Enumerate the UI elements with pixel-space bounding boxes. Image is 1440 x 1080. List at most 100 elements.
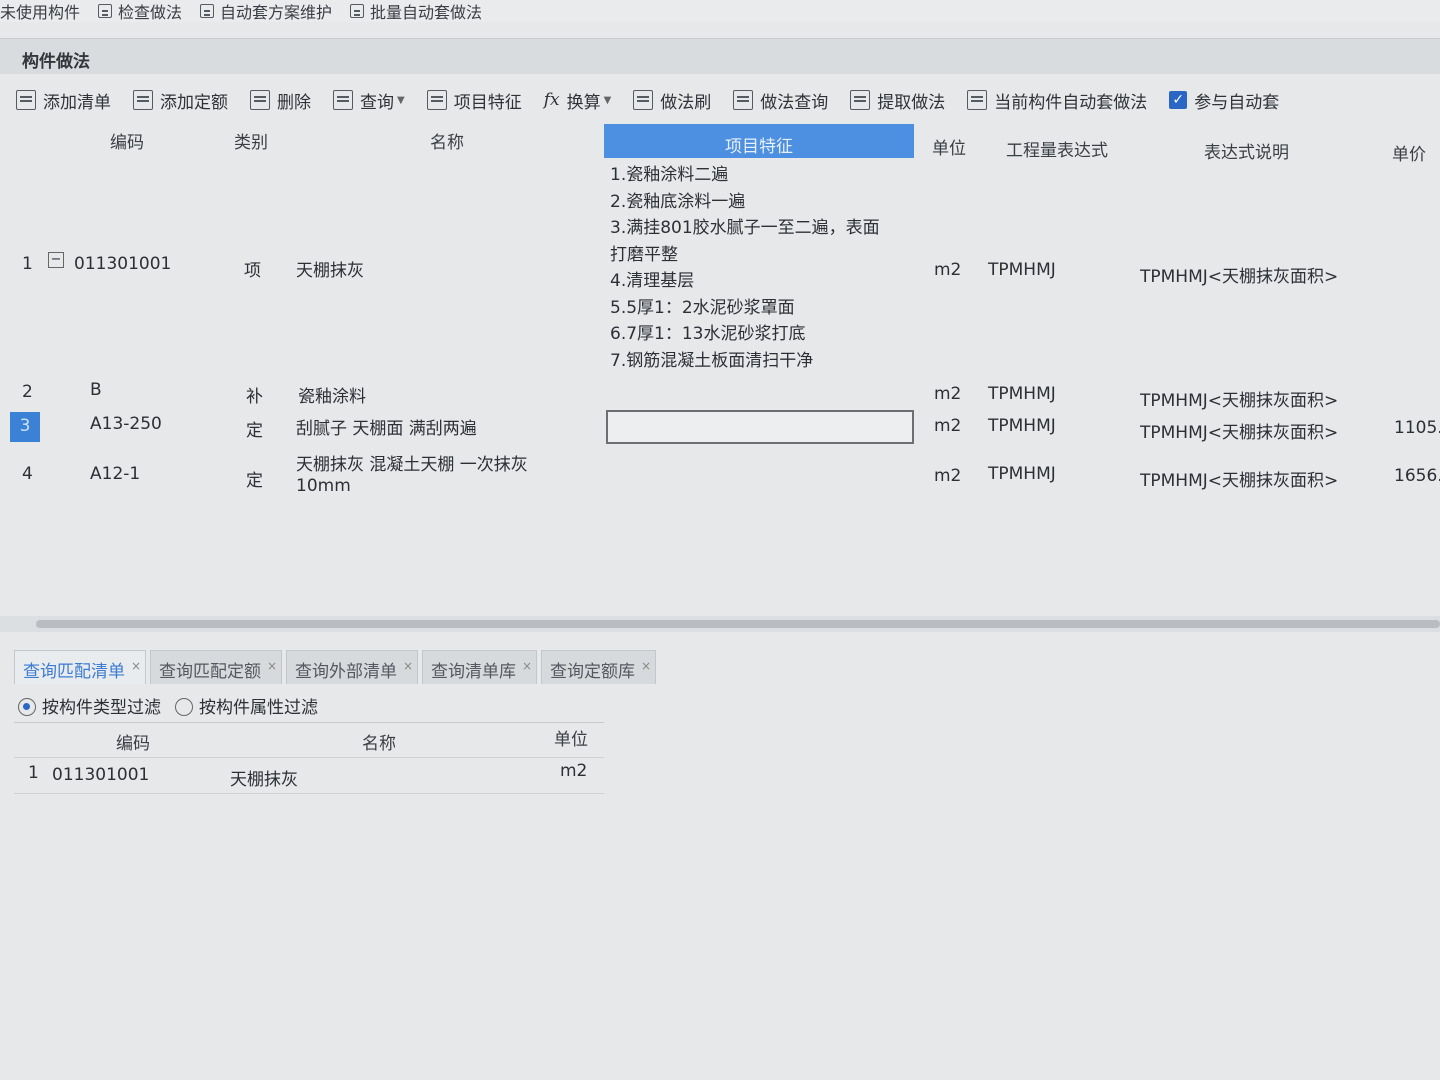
row-expression: TPMHMJ [988,260,1056,280]
brush-icon [633,90,654,110]
tab-label: 查询定额库 [550,662,635,682]
row-category: 定 [246,471,263,491]
batch-icon [350,4,365,18]
table-row[interactable]: 2 B 补 瓷釉涂料 m2 TPMHMJ TPMHMJ<天棚抹灰面积> [0,378,1440,412]
tab-list-library[interactable]: 查询清单库 × [422,650,537,684]
tab-match-quota[interactable]: 查询匹配定额 × [150,650,282,684]
method-query-icon [733,90,754,110]
feature-line: 3.满挂801胶水腻子一至二遍，表面 [610,218,880,238]
result-header-name[interactable]: 名称 [362,729,396,754]
add-list-button[interactable]: 添加清单 [16,88,111,113]
tab-label: 查询匹配清单 [23,662,125,682]
participate-auto-checkbox[interactable]: ✓ 参与自动套 [1169,88,1279,113]
item-feature-label: 项目特征 [453,92,522,113]
table-row[interactable]: 4 A12-1 定 天棚抹灰 混凝土天棚 一次抹灰 10mm m2 TPMHMJ… [0,448,1440,504]
result-header-code[interactable]: 编码 [116,729,150,754]
chevron-down-icon[interactable]: ▼ [397,95,405,106]
row-code: A12-1 [90,464,141,484]
result-row-code: 011301001 [52,765,150,785]
table-row[interactable]: 1 − 011301001 项 天棚抹灰 1.瓷釉涂料二遍 2.瓷釉底涂料一遍 … [0,158,1440,378]
row-expression-desc: TPMHMJ<天棚抹灰面积> [1140,267,1339,287]
row-name-line1: 天棚抹灰 混凝土天棚 一次抹灰 [296,455,528,475]
add-quota-button[interactable]: 添加定额 [133,88,228,113]
divider [14,757,604,758]
close-icon[interactable]: × [267,659,277,673]
feature-line: 打磨平整 [610,244,678,265]
filter-attr-label: 按构件属性过滤 [199,697,318,718]
row-unit: m2 [934,260,962,280]
tab-external-list[interactable]: 查询外部清单 × [286,650,418,684]
feature-line: 4.清理基层 [610,271,695,291]
checkbox-checked-icon: ✓ [1169,91,1188,109]
menu-label: 未使用构件 [0,3,81,22]
filter-by-type-radio[interactable]: 按构件类型过滤 [18,693,161,718]
row-number: 2 [22,382,33,402]
header-feature[interactable]: 项目特征 [604,124,914,158]
feature-edit-cell[interactable] [606,410,914,444]
extract-icon [850,90,871,110]
divider [14,793,604,794]
header-code[interactable]: 编码 [110,128,144,153]
query-button[interactable]: 查询 ▼ [333,88,405,113]
close-icon[interactable]: × [641,659,651,673]
extract-method-label: 提取做法 [877,92,946,113]
menu-check-method[interactable]: 检查做法 [98,0,182,22]
menu-label: 批量自动套做法 [370,3,483,22]
result-row-unit: m2 [560,761,588,781]
row-name: 天棚抹灰 [296,261,364,281]
method-query-button[interactable]: 做法查询 [733,88,828,113]
menu-unused-components[interactable]: 未使用构件 [0,0,80,22]
tab-quota-library[interactable]: 查询定额库 × [541,650,656,684]
row-expression: TPMHMJ [988,416,1056,436]
row-name: 瓷釉涂料 [298,387,366,407]
feature-icon [426,90,447,110]
feature-line: 7.钢筋混凝土板面清扫干净 [610,350,814,371]
row-expression: TPMHMJ [988,464,1056,484]
result-row-name: 天棚抹灰 [230,770,298,790]
close-icon[interactable]: × [131,659,141,673]
row-name: 刮腻子 天棚面 满刮两遍 [296,419,477,439]
close-icon[interactable]: × [403,659,413,673]
row-unit: m2 [934,466,962,486]
auto-apply-label: 当前构件自动套做法 [994,92,1148,113]
method-toolbar: 添加清单 添加定额 删除 查询 ▼ 项目特征 fx 换算 ▼ 做法刷 做法查询 … [0,78,1440,122]
result-row-number: 1 [28,763,39,783]
filter-by-attr-radio[interactable]: 按构件属性过滤 [175,693,318,718]
method-brush-button[interactable]: 做法刷 [633,88,711,113]
item-feature-button[interactable]: 项目特征 [426,88,522,113]
row-feature[interactable]: 1.瓷釉涂料二遍 2.瓷釉底涂料一遍 3.满挂801胶水腻子一至二遍，表面 打磨… [610,162,910,374]
header-name[interactable]: 名称 [430,128,464,153]
row-category: 定 [246,421,263,441]
menu-auto-scheme[interactable]: 自动套方案维护 [200,0,332,22]
menu-batch-auto[interactable]: 批量自动套做法 [350,0,482,22]
method-grid: 1 − 011301001 项 天棚抹灰 1.瓷釉涂料二遍 2.瓷釉底涂料一遍 … [0,158,1440,618]
menu-label: 自动套方案维护 [220,3,333,22]
row-price: 1656. [1394,466,1440,486]
chevron-down-icon[interactable]: ▼ [604,95,612,106]
feature-line: 1.瓷釉涂料二遍 [610,165,729,185]
filter-type-label: 按构件类型过滤 [42,697,161,718]
add-quota-label: 添加定额 [160,92,228,113]
extract-method-button[interactable]: 提取做法 [850,88,945,113]
result-header-unit[interactable]: 单位 [554,725,588,750]
minus-icon: − [48,252,64,268]
close-icon[interactable]: × [522,659,532,673]
header-unit[interactable]: 单位 [932,134,966,159]
delete-button[interactable]: 删除 [250,88,311,113]
horizontal-scrollbar[interactable] [36,620,1440,628]
feature-line: 6.7厚1：13水泥砂浆打底 [610,324,806,344]
header-category[interactable]: 类别 [234,128,268,153]
row-category: 项 [244,261,261,281]
auto-apply-button[interactable]: 当前构件自动套做法 [967,88,1147,113]
row-code: 011301001 [74,254,172,274]
method-query-label: 做法查询 [760,92,829,113]
row-expression-desc: TPMHMJ<天棚抹灰面积> [1140,423,1339,443]
tab-label: 查询清单库 [431,662,516,682]
row-expression-desc: TPMHMJ<天棚抹灰面积> [1140,391,1339,411]
row-unit: m2 [934,416,962,436]
scheme-icon [200,4,215,18]
tab-match-list[interactable]: 查询匹配清单 × [14,650,146,684]
participate-auto-label: 参与自动套 [1194,92,1280,113]
convert-button[interactable]: fx 换算 ▼ [544,88,612,113]
radio-selected-icon [18,697,36,716]
